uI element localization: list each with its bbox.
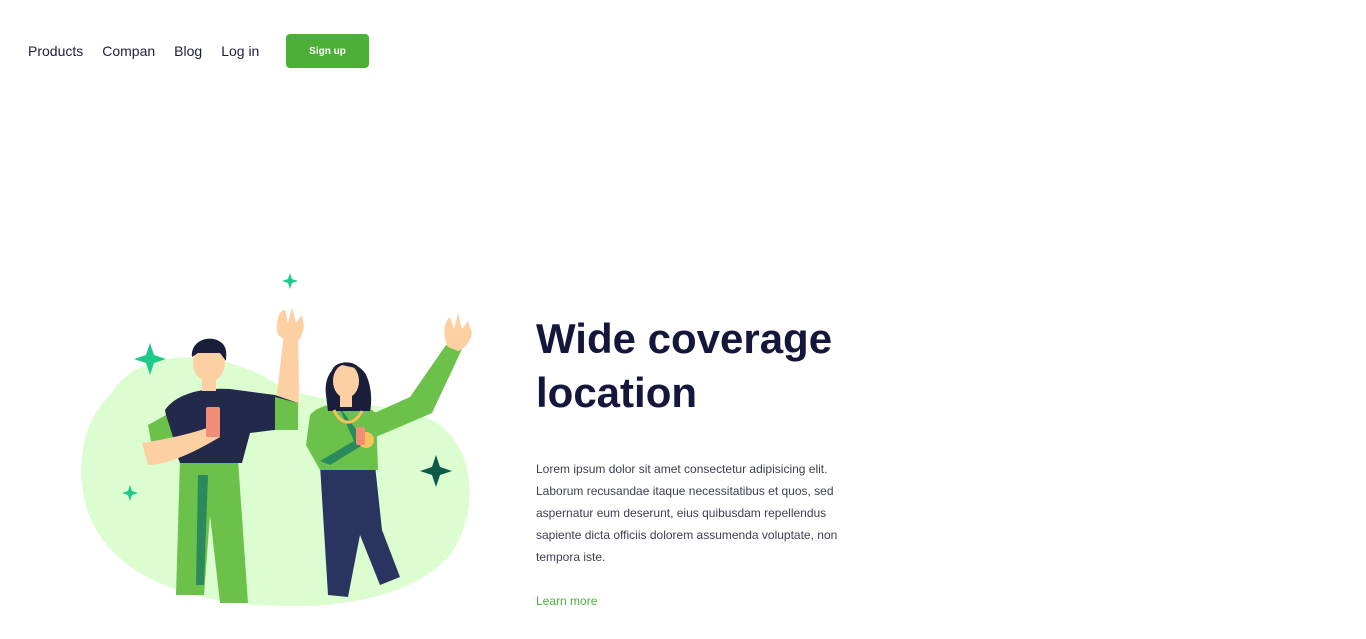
nav-link-products[interactable]: Products [28,34,83,68]
hero-title: Wide coverage location [536,315,833,416]
hero-content: Wide coverage location Lorem ipsum dolor… [536,312,856,568]
page: Products Compan Blog Log in Sign up Wide… [0,0,1366,639]
signup-button[interactable]: Sign up [286,34,369,68]
background-blob [81,357,470,607]
people-waving-illustration [81,273,472,607]
hero-description: Lorem ipsum dolor sit amet consectetur a… [536,462,838,564]
learn-more-link[interactable]: Learn more [536,594,597,608]
nav-link-company[interactable]: Compan [102,34,155,68]
nav-link-login[interactable]: Log in [221,34,259,68]
sparkle-icon [282,273,298,289]
top-nav: Products Compan Blog Log in Sign up [28,34,369,68]
nav-link-blog[interactable]: Blog [174,34,202,68]
